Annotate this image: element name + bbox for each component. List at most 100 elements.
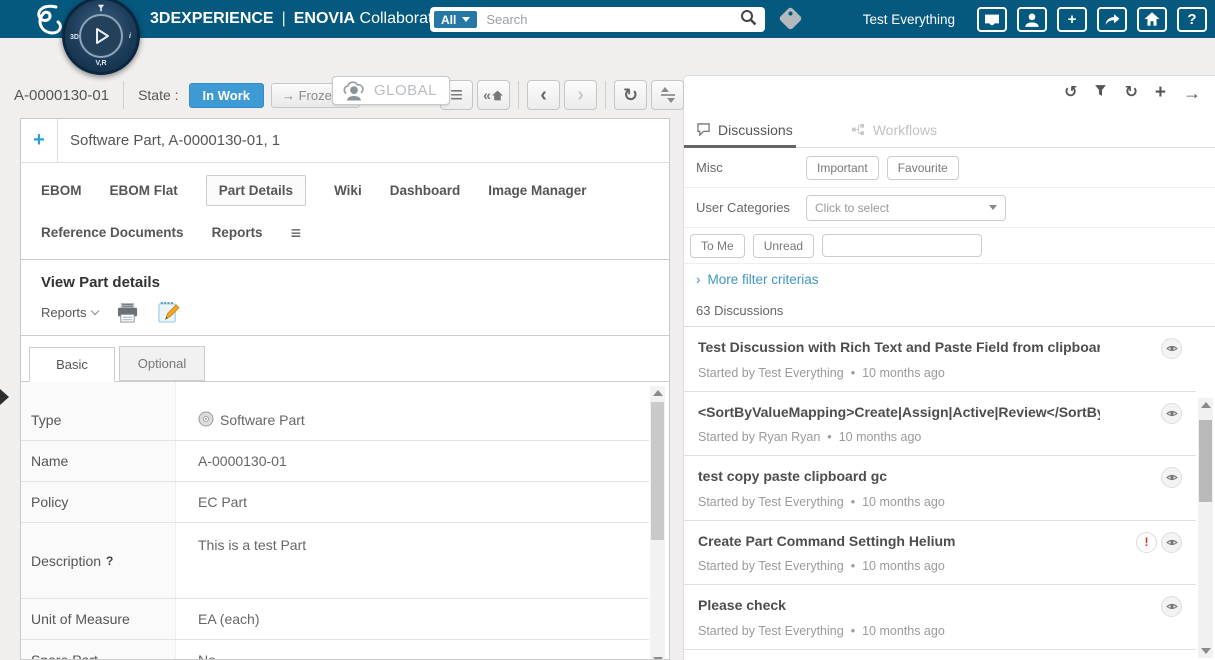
field-label: Policy xyxy=(31,494,68,510)
scroll-down-icon[interactable] xyxy=(1201,648,1211,654)
discussion-age: 10 months ago xyxy=(839,430,922,444)
search-icon[interactable] xyxy=(740,9,757,31)
discussion-title[interactable]: Test Discussion with Rich Text and Paste… xyxy=(698,339,1100,357)
meta-bullet: • xyxy=(851,559,855,573)
search-input[interactable] xyxy=(478,12,740,27)
reports-dropdown-label: Reports xyxy=(41,305,87,320)
filter-icon[interactable] xyxy=(1094,84,1107,101)
global-collab-space-button[interactable]: GLOBAL xyxy=(332,76,450,105)
tab-discussions[interactable]: Discussions xyxy=(696,122,793,138)
add-discussion-icon[interactable]: + xyxy=(1155,83,1166,102)
search-scope-dropdown[interactable]: All xyxy=(433,10,478,29)
tag-icon[interactable] xyxy=(778,6,802,30)
discussions-scrollbar[interactable] xyxy=(1198,398,1213,658)
discussion-title[interactable]: <SortByValueMapping>Create|Assign|Active… xyxy=(698,404,1100,422)
add-button[interactable]: + xyxy=(1057,7,1087,32)
chevron-left-icon: ‹ xyxy=(540,85,547,105)
profile-button[interactable] xyxy=(1017,7,1047,32)
watch-eye-button[interactable] xyxy=(1161,467,1182,488)
help-button[interactable]: ? xyxy=(1177,7,1207,32)
reports-dropdown[interactable]: Reports xyxy=(41,305,98,320)
user-categories-select[interactable]: Click to select xyxy=(806,195,1006,221)
help-icon[interactable]: ? xyxy=(106,554,113,568)
watch-eye-button[interactable] xyxy=(1161,403,1182,424)
guillemet-icon: « xyxy=(483,87,491,103)
open-panel-icon[interactable]: → xyxy=(1183,84,1201,102)
part-tab[interactable]: Wiki xyxy=(334,176,362,205)
inbox-tray-button[interactable] xyxy=(977,7,1007,32)
discussion-title[interactable]: test copy paste clipboard gc xyxy=(698,468,1100,486)
nav-forward-button[interactable]: › xyxy=(564,80,597,110)
part-tab[interactable]: EBOM xyxy=(41,176,82,205)
expand-collapse-button[interactable] xyxy=(651,80,684,110)
field-value: A-0000130-01 xyxy=(198,453,287,469)
categories-filter-row: User Categories Click to select xyxy=(684,188,1215,228)
discussion-filter-input[interactable] xyxy=(822,234,982,257)
watch-eye-button[interactable] xyxy=(1161,532,1182,553)
tab-workflows[interactable]: Workflows xyxy=(851,122,937,138)
quick-filter-chip[interactable]: Unread xyxy=(753,234,814,258)
part-tab[interactable]: Image Manager xyxy=(488,176,586,205)
scroll-up-icon[interactable] xyxy=(653,390,663,396)
chevron-right-icon: › xyxy=(577,85,584,105)
form-scrollbar[interactable] xyxy=(650,386,665,660)
more-filters-label: More filter criterias xyxy=(708,272,819,287)
home-button[interactable] xyxy=(1137,7,1167,32)
collaboration-panel: ↺ ↻ + → Discussions Workflows Misc Impor… xyxy=(683,75,1215,660)
brand-title: 3DEXPERIENCE|ENOVIA Collaborat.. xyxy=(150,0,441,38)
discussion-title[interactable]: Create Part Command Settingh Helium xyxy=(698,533,1100,551)
misc-filter-chip[interactable]: Favourite xyxy=(887,156,959,180)
field-value-cell: EC Part xyxy=(176,482,649,522)
watch-eye-button[interactable] xyxy=(1161,596,1182,617)
refresh-button[interactable]: ↻ xyxy=(614,80,647,110)
eye-icon xyxy=(1166,409,1178,418)
discussion-title[interactable]: Please check xyxy=(698,597,1100,615)
misc-label: Misc xyxy=(696,160,806,175)
part-tab[interactable]: Reports xyxy=(212,218,263,247)
part-tab[interactable]: Dashboard xyxy=(390,176,461,205)
item-badges xyxy=(1161,338,1182,359)
discussions-body: Misc Important Favourite User Categories … xyxy=(684,148,1215,660)
brand-product: 3DEXPERIENCE xyxy=(150,10,274,27)
field-value: No xyxy=(198,652,216,660)
discussion-starter: Started by Test Everything xyxy=(698,624,844,638)
panel-expand-handle[interactable] xyxy=(0,389,9,405)
share-button[interactable] xyxy=(1097,7,1127,32)
print-button[interactable] xyxy=(116,302,139,323)
nav-back-button[interactable]: ‹ xyxy=(527,80,560,110)
discussion-age: 10 months ago xyxy=(862,366,945,380)
3dexperience-compass[interactable]: 3D i V,R xyxy=(62,0,140,75)
form-subtab[interactable]: Basic xyxy=(29,347,115,382)
misc-filter-chip[interactable]: Important xyxy=(806,156,879,180)
history-icon[interactable]: ↺ xyxy=(1064,85,1077,101)
part-tab[interactable]: Reference Documents xyxy=(41,218,184,247)
form-subtab[interactable]: Optional xyxy=(119,346,205,381)
eye-icon xyxy=(1166,473,1178,482)
scrollbar-thumb[interactable] xyxy=(651,402,664,540)
chevron-right-icon: › xyxy=(696,272,701,287)
collapse-home-button[interactable]: « xyxy=(477,80,510,110)
tabs-overflow-menu[interactable]: ≡ xyxy=(291,224,302,242)
field-label-cell xyxy=(21,382,176,400)
quick-filter-buttons: To Me Unread xyxy=(690,234,822,258)
quick-filter-chip[interactable]: To Me xyxy=(690,234,745,258)
part-tab[interactable]: Part Details xyxy=(206,175,306,206)
edit-button[interactable] xyxy=(157,301,180,323)
scrollbar-thumb[interactable] xyxy=(1199,420,1212,502)
user-menu[interactable]: Test Everything xyxy=(863,12,955,27)
eye-icon xyxy=(1166,538,1178,547)
discussion-age: 10 months ago xyxy=(862,559,945,573)
add-tab-button[interactable]: + xyxy=(21,129,57,152)
watch-eye-button[interactable] xyxy=(1161,338,1182,359)
scroll-up-icon[interactable] xyxy=(1201,402,1211,408)
discussion-meta: Started by Test Everything • 10 months a… xyxy=(698,624,1100,638)
part-tab[interactable]: EBOM Flat xyxy=(110,176,178,205)
discussion-starter: Started by Test Everything xyxy=(698,366,844,380)
state-current-button[interactable]: In Work xyxy=(189,83,264,108)
question-icon: ? xyxy=(1187,11,1196,28)
more-filters-link[interactable]: › More filter criterias xyxy=(696,272,819,287)
field-value: This is a test Part xyxy=(198,537,306,553)
refresh-icon[interactable]: ↻ xyxy=(1124,85,1137,101)
divider xyxy=(605,81,606,109)
fields-table: Type Software Part Name xyxy=(21,382,649,660)
